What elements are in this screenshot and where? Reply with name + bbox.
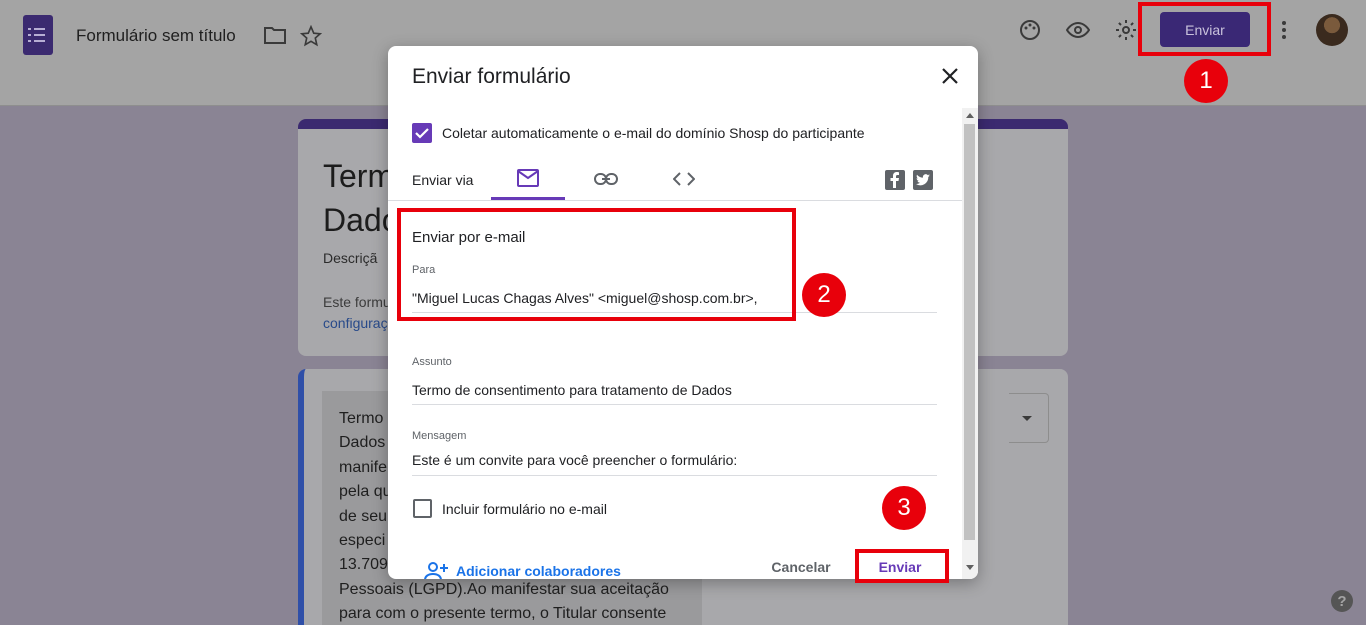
scrollbar-thumb[interactable] [964,124,975,540]
twitter-icon[interactable] [913,170,933,190]
form-notice: Este formu [323,294,391,310]
star-icon[interactable] [300,25,322,47]
close-icon[interactable] [938,64,962,88]
include-form-checkbox[interactable] [413,499,432,518]
email-icon [517,168,539,187]
message-field-underline [412,475,937,476]
message-field[interactable]: Este é um convite para você preencher o … [412,452,737,468]
preview-eye-icon[interactable] [1066,18,1090,42]
tabs-divider [388,200,962,201]
forms-logo-icon[interactable] [23,15,53,55]
annotation-box-3 [855,549,949,583]
form-description[interactable]: Descriçã [323,250,377,266]
facebook-icon[interactable] [885,170,905,190]
add-person-icon [424,562,448,579]
annotation-box-2 [397,208,796,321]
tab-link[interactable] [569,158,643,200]
dialog-scrollbar[interactable] [962,108,978,579]
document-title[interactable]: Formulário sem título [76,26,236,46]
add-collaborators-label: Adicionar colaboradores [456,563,621,579]
checkmark-icon [415,128,429,139]
folder-icon[interactable] [264,27,286,44]
question-line: para com o presente termo, o Titular con… [339,605,667,623]
subject-field-underline [412,404,937,405]
send-via-label: Enviar via [412,172,474,188]
annotation-badge-2: 2 [802,273,846,317]
scroll-up-arrow-icon[interactable] [966,113,974,118]
tab-email[interactable] [491,158,565,200]
annotation-box-1 [1138,2,1271,56]
dialog-title: Enviar formulário [412,65,571,88]
help-icon[interactable]: ? [1331,590,1353,612]
more-options-icon[interactable] [1272,18,1296,42]
subject-field[interactable]: Termo de consentimento para tratamento d… [412,382,732,398]
message-field-label: Mensagem [412,430,467,442]
scroll-down-arrow-icon[interactable] [966,565,974,570]
collect-email-checkbox[interactable] [412,123,432,143]
settings-link[interactable]: configuraç [323,315,388,331]
cancel-button[interactable]: Cancelar [756,556,846,578]
collect-email-label: Coletar automaticamente o e-mail do domí… [442,125,865,141]
add-collaborators-button[interactable]: Adicionar colaboradores [424,560,621,579]
tab-embed[interactable] [647,158,721,200]
link-icon [594,173,618,185]
settings-gear-icon[interactable] [1114,18,1138,42]
include-form-label: Incluir formulário no e-mail [442,501,607,517]
question-line: Pessoais (LGPD).Ao manifestar sua aceita… [339,580,669,598]
embed-code-icon [673,172,695,186]
question-type-dropdown[interactable] [1009,393,1049,443]
annotation-badge-3: 3 [882,486,926,530]
palette-icon[interactable] [1018,18,1042,42]
annotation-badge-1: 1 [1184,59,1228,103]
subject-field-label: Assunto [412,356,452,368]
user-avatar[interactable] [1316,14,1348,46]
